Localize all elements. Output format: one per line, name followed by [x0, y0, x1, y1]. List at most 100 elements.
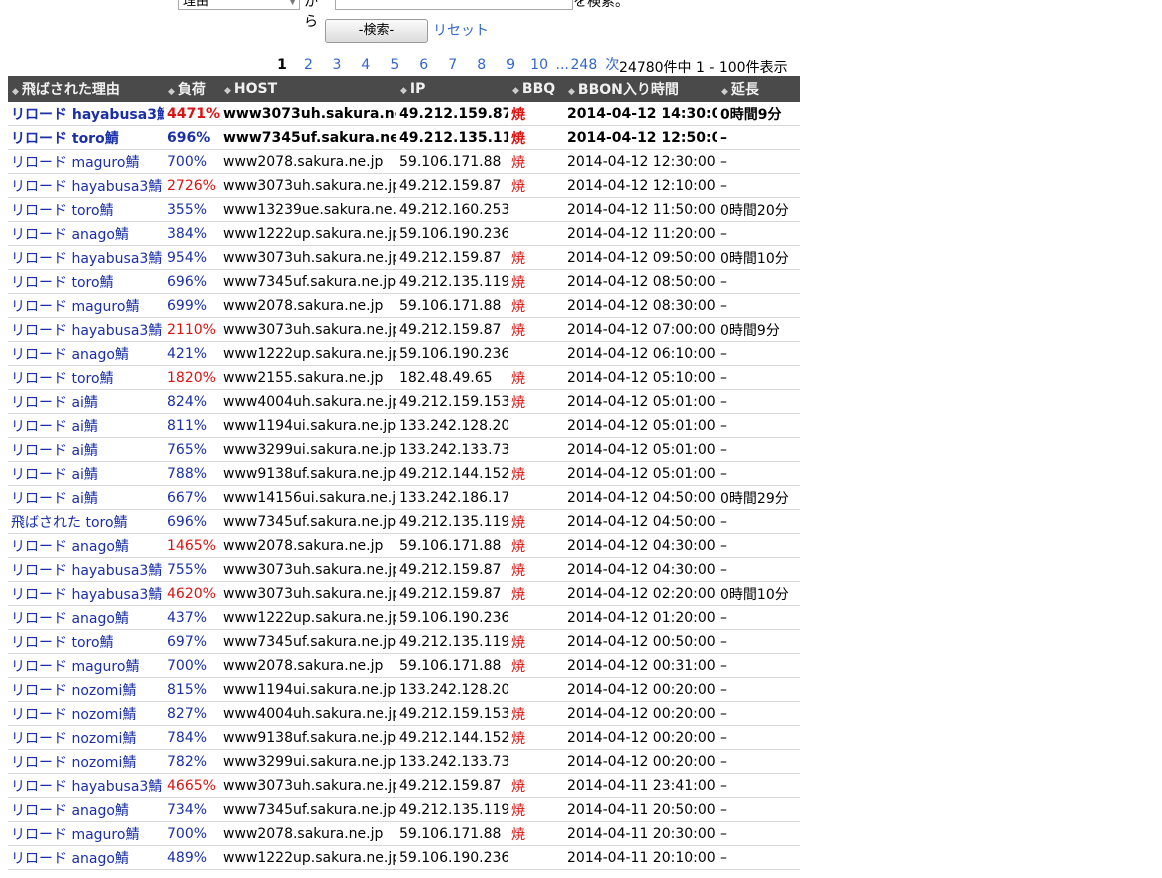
table-row: リロード ai鯖 824% www4004uh.sakura.ne.jp 49.212…	[8, 389, 800, 414]
server-link[interactable]: リロード anago鯖	[8, 797, 164, 822]
server-link[interactable]: リロード hayabusa3鯖	[8, 773, 164, 798]
server-link[interactable]: リロード hayabusa3鯖	[8, 317, 164, 342]
ip-cell: 49.212.135.119	[396, 509, 508, 534]
column-header-extension[interactable]: ◆ 延長	[717, 76, 800, 102]
column-header-host[interactable]: ◆ HOST	[220, 76, 396, 102]
server-link[interactable]: リロード nozomi鯖	[8, 701, 164, 726]
extension-cell: –	[717, 629, 800, 654]
server-link[interactable]: リロード ai鯖	[8, 389, 164, 414]
bbq-flag: 焼	[508, 365, 564, 390]
extension-cell: –	[717, 269, 800, 294]
page-link[interactable]: 2	[296, 57, 320, 73]
server-link[interactable]: リロード nozomi鯖	[8, 725, 164, 750]
server-link[interactable]: リロード hayabusa3鯖	[8, 557, 164, 582]
extension-cell: 0時間9分	[717, 102, 800, 126]
server-link[interactable]: リロード ai鯖	[8, 413, 164, 438]
search-field-selected: 理由	[183, 0, 210, 9]
server-link[interactable]: 飛ばされた toro鯖	[8, 509, 164, 534]
host-cell: www3073uh.sakura.ne.jp	[220, 317, 396, 342]
server-link[interactable]: リロード toro鯖	[8, 629, 164, 654]
load-value: 4471%	[164, 102, 220, 126]
bbq-flag	[508, 677, 564, 702]
search-field-select[interactable]: 理由 ▼	[178, 0, 300, 10]
server-link[interactable]: リロード maguro鯖	[8, 149, 164, 174]
server-link[interactable]: リロード anago鯖	[8, 221, 164, 246]
server-link[interactable]: リロード maguro鯖	[8, 293, 164, 318]
load-value: 355%	[164, 197, 220, 222]
search-button[interactable]: -検索-	[325, 19, 428, 43]
extension-cell: –	[717, 701, 800, 726]
host-cell: www4004uh.sakura.ne.jp	[220, 701, 396, 726]
page-link[interactable]: 4	[353, 57, 378, 73]
reset-link[interactable]: リセット	[433, 21, 489, 41]
server-link[interactable]: リロード ai鯖	[8, 485, 164, 510]
host-cell: www13239ue.sakura.ne.jp	[220, 197, 396, 222]
server-link[interactable]: リロード anago鯖	[8, 341, 164, 366]
column-header-reason[interactable]: ◆ 飛ばされた理由	[8, 76, 164, 102]
server-link[interactable]: リロード toro鯖	[8, 269, 164, 294]
ip-cell: 59.106.190.236	[396, 845, 508, 870]
bbq-flag: 焼	[508, 149, 564, 174]
bbq-flag: 焼	[508, 653, 564, 678]
server-link[interactable]: リロード hayabusa3鯖	[8, 245, 164, 270]
load-value: 421%	[164, 341, 220, 366]
result-count: 24780件中 1 - 100件表示	[619, 60, 788, 76]
ip-cell: 59.106.171.88	[396, 533, 508, 558]
table-row: リロード anago鯖 384% www1222up.sakura.ne.jp 59.…	[8, 221, 800, 246]
host-cell: www7345uf.sakura.ne.jp	[220, 509, 396, 534]
sort-icon: ◆	[568, 87, 575, 97]
load-value: 700%	[164, 653, 220, 678]
server-link[interactable]: リロード anago鯖	[8, 605, 164, 630]
ip-cell: 49.212.135.119	[396, 269, 508, 294]
server-link[interactable]: リロード anago鯖	[8, 845, 164, 870]
page-link[interactable]: 7	[441, 57, 465, 73]
bbon-time-cell: 2014-04-12 08:50:00	[564, 269, 717, 294]
table-row: リロード hayabusa3鯖 4620% www3073uh.sakura.ne.…	[8, 581, 800, 606]
ip-cell: 49.212.159.87	[396, 102, 508, 126]
server-link[interactable]: リロード nozomi鯖	[8, 677, 164, 702]
server-link[interactable]: リロード ai鯖	[8, 461, 164, 486]
page-link[interactable]: 5	[383, 57, 407, 73]
column-header-label: HOST	[233, 81, 278, 97]
page-link[interactable]: 3	[325, 57, 349, 73]
load-value: 700%	[164, 821, 220, 846]
server-link[interactable]: リロード hayabusa3鯖	[8, 102, 164, 126]
server-link[interactable]: リロード hayabusa3鯖	[8, 173, 164, 198]
table-row: リロード ai鯖 788% www9138uf.sakura.ne.jp 49.212…	[8, 461, 800, 486]
server-link[interactable]: リロード anago鯖	[8, 533, 164, 558]
server-link[interactable]: リロード ai鯖	[8, 437, 164, 462]
bbq-flag: 焼	[508, 102, 564, 126]
server-link[interactable]: リロード nozomi鯖	[8, 749, 164, 774]
column-header-ip[interactable]: ◆ IP	[396, 76, 508, 102]
sort-icon: ◆	[721, 87, 728, 97]
table-row: リロード maguro鯖 699% www2078.sakura.ne.jp 59.1…	[8, 293, 800, 318]
table-row: リロード ai鯖 667% www14156ui.sakura.ne.jp 133.2…	[8, 485, 800, 510]
column-header-bbq[interactable]: ◆ BBQ	[508, 76, 564, 102]
server-link[interactable]: リロード toro鯖	[8, 125, 164, 150]
server-link[interactable]: リロード hayabusa3鯖	[8, 581, 164, 606]
search-input[interactable]	[335, 0, 573, 10]
table-row: リロード nozomi鯖 827% www4004uh.sakura.ne.jp 49…	[8, 701, 800, 726]
server-link[interactable]: リロード maguro鯖	[8, 821, 164, 846]
page-link-last[interactable]: 248	[569, 57, 599, 73]
server-link[interactable]: リロード toro鯖	[8, 365, 164, 390]
server-link[interactable]: リロード toro鯖	[8, 197, 164, 222]
page-link[interactable]: 10	[527, 57, 551, 73]
column-header-load[interactable]: ◆ 負荷	[164, 76, 220, 102]
page-link[interactable]: 9	[499, 57, 523, 73]
ip-cell: 49.212.159.87	[396, 773, 508, 798]
server-link[interactable]: リロード maguro鯖	[8, 653, 164, 678]
table-row: リロード anago鯖 1465% www2078.sakura.ne.jp 59.1…	[8, 533, 800, 558]
ip-cell: 59.106.190.236	[396, 605, 508, 630]
load-value: 734%	[164, 797, 220, 822]
page-link[interactable]: 6	[411, 57, 436, 73]
column-header-time[interactable]: ◆ BBON入り時間	[564, 76, 717, 102]
ip-cell: 133.242.133.73	[396, 749, 508, 774]
page-link[interactable]: 8	[469, 57, 494, 73]
bbq-flag	[508, 845, 564, 870]
bbq-flag	[508, 605, 564, 630]
load-value: 755%	[164, 557, 220, 582]
sort-icon: ◆	[512, 86, 519, 96]
load-value: 667%	[164, 485, 220, 510]
bbon-time-cell: 2014-04-12 11:50:00	[564, 197, 717, 222]
